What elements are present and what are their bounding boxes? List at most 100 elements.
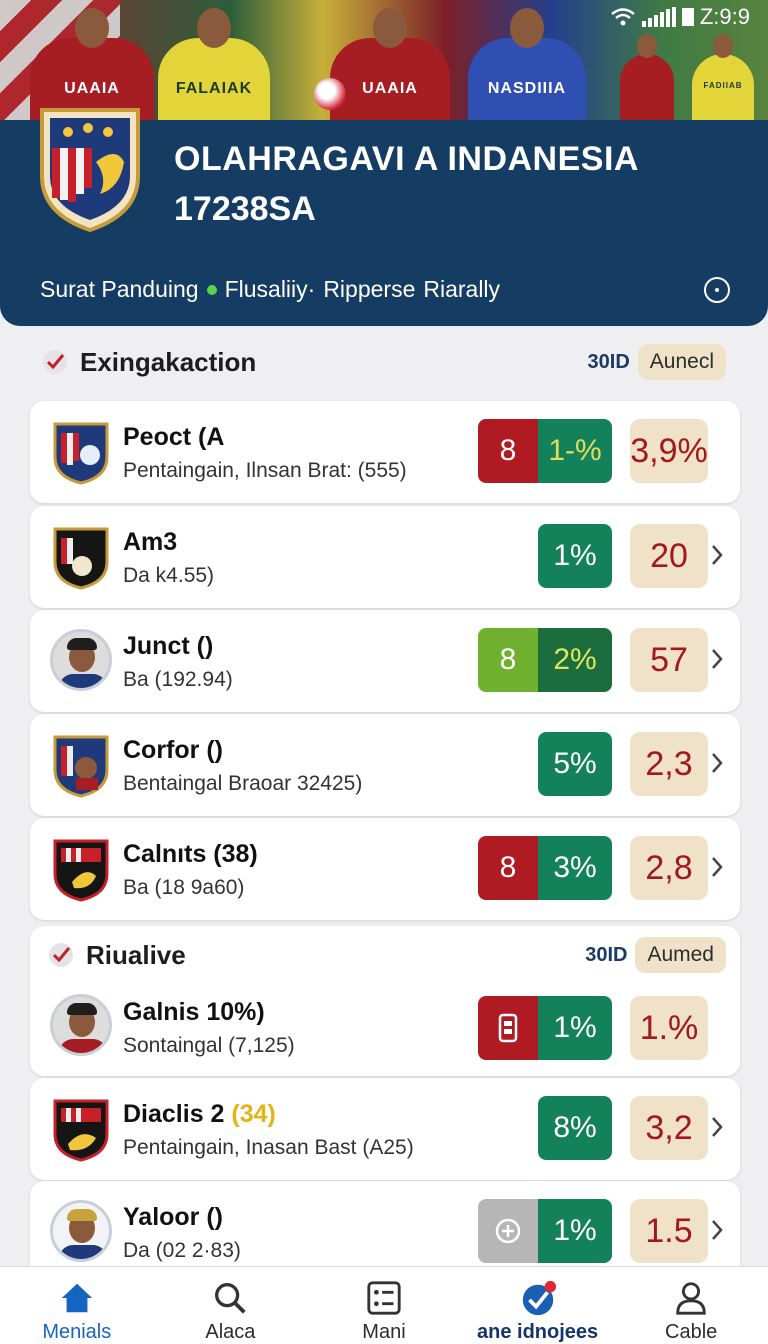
page-title: OLAHRAGAVI A INDANESIA [174, 140, 639, 178]
item-name: Calnıts (38) [123, 840, 258, 868]
badge-percent: 1% [538, 1199, 612, 1263]
search-icon [215, 1283, 246, 1314]
badge-percent: 5% [538, 732, 612, 796]
badge-percent: 3% [538, 836, 612, 900]
football-icon [314, 78, 346, 110]
tab-ane-idnojees[interactable]: ane idnojees [461, 1267, 615, 1344]
phone-icon [478, 996, 538, 1060]
item-name: Corfor () [123, 736, 223, 764]
stat-badge: 8 2% [478, 628, 612, 692]
status-bar: Z:9:9 [610, 4, 750, 30]
nav-link-ripperse[interactable]: Ripperse [323, 276, 415, 303]
club-crest-icon [53, 839, 109, 902]
item-name-highlight: (34) [231, 1100, 276, 1128]
badge-count: 8 [478, 419, 538, 483]
list-item[interactable]: Galnis 10%) Sontaingal (7,125) 1% 1.% [30, 976, 740, 1076]
item-subtitle: Da k4.55) [123, 564, 215, 587]
hero-banner: UAAIA FALAIAK UAAIA NASDIIIA FADIIAB Z:9… [0, 0, 768, 120]
club-crest-icon [53, 527, 109, 590]
list-item[interactable]: Calnıts (38) Ba (18 9a60) 8 3% 2,8 [30, 818, 740, 920]
stat-badge: 8 1-% [478, 419, 612, 483]
item-subtitle: Da (02 2·83) [123, 1239, 241, 1262]
chevron-right-icon[interactable] [710, 1217, 724, 1243]
badge-count: 8 [478, 836, 538, 900]
info-icon[interactable] [704, 277, 730, 303]
item-name: Diaclis 2 (34) [123, 1100, 276, 1128]
item-subtitle: Pentaingain, Inasan Bast (A25) [123, 1136, 414, 1159]
player-image: FALAIAK [158, 8, 270, 120]
battery-icon [681, 8, 694, 26]
wifi-icon [611, 8, 635, 26]
list-item[interactable]: Junct () Ba (192.94) 8 2% 57 [30, 610, 740, 712]
signal-icon [641, 7, 676, 27]
score-value: 1.% [630, 996, 708, 1060]
score-value: 3,9% [630, 419, 708, 483]
avatar [50, 1200, 112, 1262]
badge-count: 8 [478, 628, 538, 692]
club-crest-icon [53, 422, 109, 485]
item-name: Galnis 10%) [123, 998, 265, 1026]
section-code: 30ID [585, 943, 628, 966]
chevron-right-icon[interactable] [710, 646, 724, 672]
stat-badge: 1% [478, 1199, 612, 1263]
nav-link-riarally[interactable]: Riarally [423, 276, 500, 303]
section-filter-pill[interactable]: Aumed [635, 937, 726, 973]
section-card: Riualive 30ID Aumed Galnis 10%) Sontaing… [30, 926, 740, 1076]
score-value: 3,2 [630, 1096, 708, 1160]
item-subtitle: Sontaingal (7,125) [123, 1034, 295, 1057]
item-subtitle: Ba (18 9a60) [123, 876, 245, 899]
section-title: Exingakaction [80, 346, 257, 377]
live-dot-icon [206, 284, 217, 295]
tab-cable[interactable]: Cable [614, 1267, 768, 1344]
section-title: Riualive [86, 939, 186, 970]
check-badge-icon [522, 1280, 556, 1316]
item-name: Peoct (A [123, 423, 225, 451]
section-code: 30ID [587, 350, 630, 373]
avatar [50, 629, 112, 691]
stat-badge: 8% [538, 1096, 612, 1160]
club-crest-icon [53, 735, 109, 798]
item-name: Junct () [123, 632, 214, 660]
list-item[interactable]: Diaclis 2 (34) Pentaingain, Inasan Bast … [30, 1078, 740, 1180]
item-name: Am3 [123, 528, 178, 556]
check-icon [43, 350, 67, 374]
list-item[interactable]: Peoct (A Pentaingain, Ilnsan Brat: (555)… [30, 401, 740, 503]
bottom-nav: Menials Alaca Mani ane idnojees Cable [0, 1266, 768, 1344]
badge-percent: 1% [538, 996, 612, 1060]
item-subtitle: Ba (192.94) [123, 668, 233, 691]
list-icon [367, 1281, 401, 1315]
tab-menials[interactable]: Menials [0, 1267, 154, 1344]
item-subtitle: Bentaingal Braoar 32425) [123, 772, 363, 795]
nav-link-surat[interactable]: Surat Panduing [40, 276, 199, 303]
check-icon [49, 943, 73, 967]
club-crest-icon [53, 1099, 109, 1162]
tab-mani[interactable]: Mani [307, 1267, 461, 1344]
chevron-right-icon[interactable] [710, 750, 724, 776]
club-crest-icon [40, 108, 140, 233]
chevron-right-icon[interactable] [710, 542, 724, 568]
nav-link-flusaliiy[interactable]: Flusaliiy· [225, 276, 316, 303]
app-header: UAAIA FALAIAK UAAIA NASDIIIA FADIIAB Z:9… [0, 0, 768, 326]
status-time: Z:9:9 [699, 4, 750, 29]
item-name: Yaloor () [123, 1203, 224, 1231]
chevron-right-icon[interactable] [710, 854, 724, 880]
page-subtitle: 17238SA [174, 190, 316, 228]
header-nav: Surat Panduing Flusaliiy· Ripperse Riara… [40, 276, 500, 303]
badge-percent: 1% [538, 524, 612, 588]
badge-percent: 8% [538, 1096, 612, 1160]
list-item[interactable]: Am3 Da k4.55) 1% 20 [30, 506, 740, 608]
chevron-right-icon[interactable] [710, 1114, 724, 1140]
stat-badge: 1% [478, 996, 612, 1060]
tab-alaca[interactable]: Alaca [154, 1267, 308, 1344]
player-image: UAAIA [330, 8, 450, 120]
score-value: 57 [630, 628, 708, 692]
stat-badge: 5% [538, 732, 612, 796]
home-icon [61, 1283, 92, 1313]
player-image: FADIIAB [692, 34, 754, 120]
section-filter-pill[interactable]: Aunecl [637, 344, 726, 380]
stat-badge: 8 3% [478, 836, 612, 900]
score-value: 1.5 [630, 1199, 708, 1263]
item-subtitle: Pentaingain, Ilnsan Brat: (555) [123, 459, 407, 482]
list-item[interactable]: Corfor () Bentaingal Braoar 32425) 5% 2,… [30, 714, 740, 816]
plus-icon [478, 1199, 538, 1263]
